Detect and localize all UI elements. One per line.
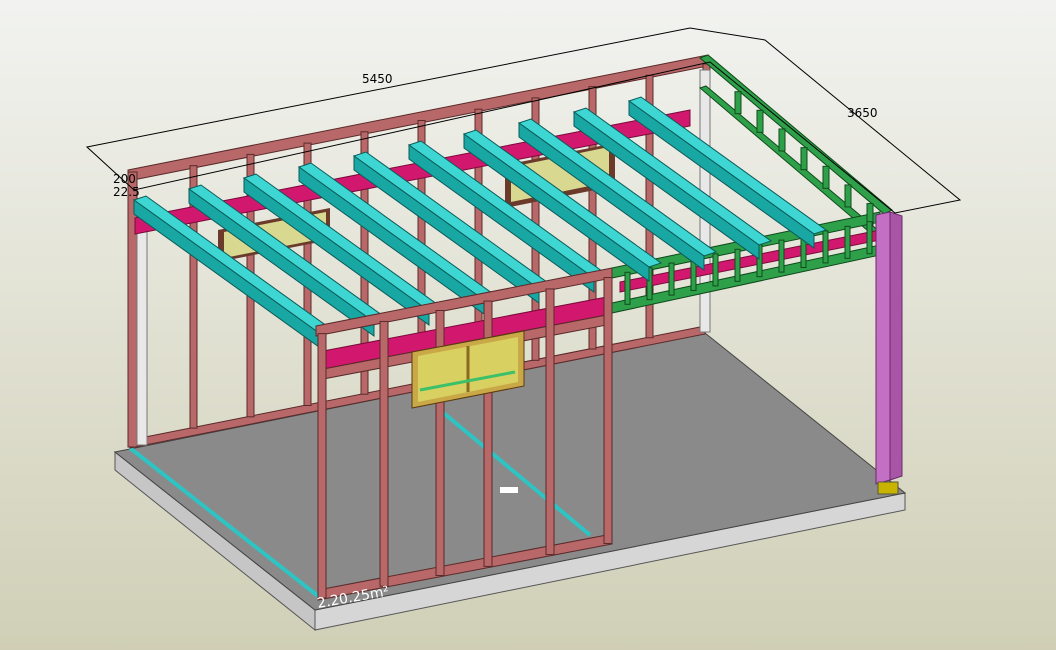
dimension-length-label: 5450 [362,72,393,86]
post-base-plate [877,481,899,495]
eave-beam-stud [624,271,631,305]
front-wall-stud [317,333,327,599]
end-frame-web [844,184,852,208]
eave-beam-stud [712,253,719,287]
dimension-width-label: 3650 [847,106,878,120]
dimension-height-b-label: 22.5 [113,185,140,199]
eave-beam-stud [734,248,741,282]
end-frame-web [822,165,830,189]
end-frame-web [756,109,764,133]
eave-beam-stud [866,221,873,255]
eave-beam-stud [778,239,785,273]
post-face [875,211,891,485]
end-frame-web [778,128,786,152]
front-wall-stud [545,288,555,556]
front-wall-stud [603,277,613,545]
dimension-height-a-label: 200 [113,172,136,186]
end-frame-web [734,91,742,115]
left-wall-infill-panel [136,229,148,446]
eave-beam-stud [844,225,851,259]
end-frame-web [800,147,808,171]
eave-beam-stud [822,230,829,264]
corner-post[interactable] [875,211,903,495]
slab-marker [500,487,518,493]
eave-beam-stud [668,262,675,296]
post-side [889,211,903,481]
front-wall-stud [379,320,389,587]
model-viewport[interactable]: 5450 3650 200 22.5 2.20.25m² [0,0,1056,650]
